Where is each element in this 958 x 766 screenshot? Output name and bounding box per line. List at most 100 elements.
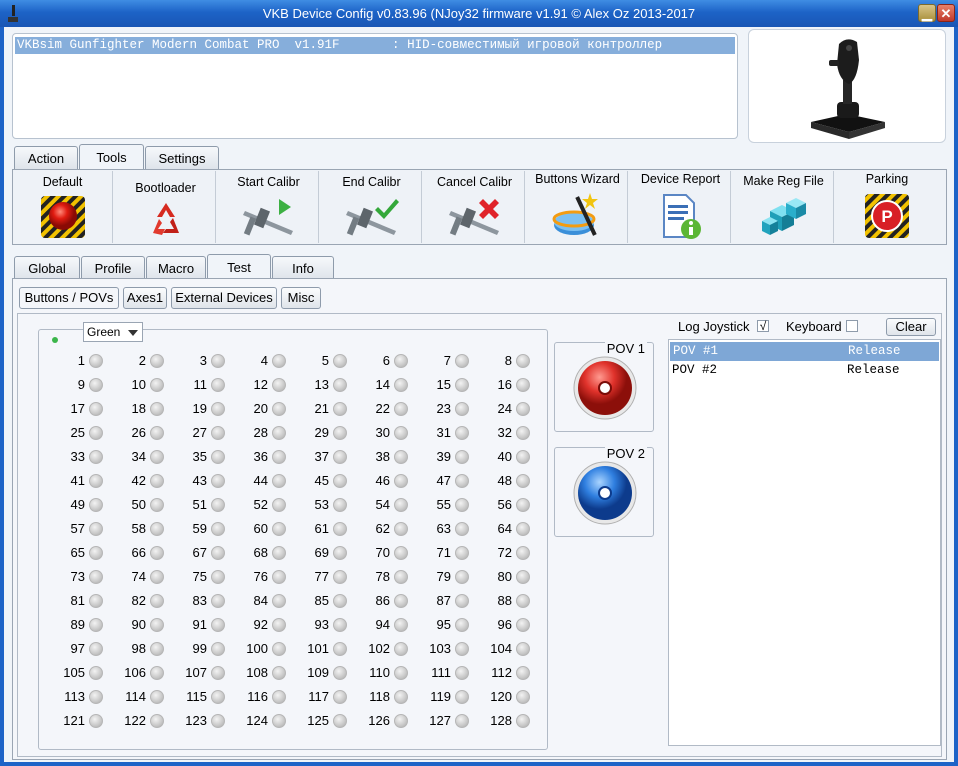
button-indicator-91: 91	[169, 616, 229, 636]
button-indicator-22: 22	[352, 400, 412, 420]
tab-global[interactable]: Global	[14, 256, 80, 280]
button-number: 13	[314, 377, 329, 392]
tab-action[interactable]: Action	[14, 146, 78, 170]
button-led-icon	[516, 714, 530, 728]
button-number: 68	[253, 545, 268, 560]
button-indicator-21: 21	[291, 400, 351, 420]
tab-settings[interactable]: Settings	[145, 146, 219, 170]
button-indicator-88: 88	[474, 592, 534, 612]
button-indicator-72: 72	[474, 544, 534, 564]
event-log-list[interactable]: POV #1 Release POV #2 Release	[668, 339, 941, 746]
device-list[interactable]: VKBsim Gunfighter Modern Combat PRO v1.9…	[12, 33, 738, 139]
button-indicator-19: 19	[169, 400, 229, 420]
end-calibr-button[interactable]: End Calibr	[322, 171, 422, 243]
button-indicator-6: 6	[352, 352, 412, 372]
buttons-wizard-button[interactable]: Buttons Wizard	[528, 171, 628, 243]
button-number: 7	[443, 353, 451, 368]
button-indicator-2: 2	[108, 352, 168, 372]
button-indicator-124: 124	[230, 712, 290, 732]
subtab-axes1[interactable]: Axes1	[123, 287, 167, 309]
button-number: 39	[436, 449, 451, 464]
minimize-button[interactable]: ▁	[918, 4, 936, 22]
button-indicator-75: 75	[169, 568, 229, 588]
button-led-icon	[333, 666, 347, 680]
start-calibr-button[interactable]: Start Calibr	[219, 171, 319, 243]
pov-1-indicator-icon	[573, 356, 637, 420]
button-number: 111	[431, 665, 451, 680]
button-led-icon	[150, 714, 164, 728]
button-led-icon	[394, 666, 408, 680]
buttons-grid: Green 1 2 3 4 5 6 7 8 9 10 11 12 13 14 15 16 17 18 19 20 21 2…	[38, 322, 548, 750]
bootloader-button[interactable]: Bootloader	[116, 171, 216, 243]
device-report-label: Device Report	[640, 172, 721, 186]
button-indicator-68: 68	[230, 544, 290, 564]
button-number: 8	[504, 353, 512, 368]
log-joystick-checkbox[interactable]: √	[757, 320, 769, 332]
tools-toolbar: Default Bootloader Start Calibr End Cali…	[12, 169, 947, 245]
button-number: 90	[131, 617, 146, 632]
button-indicator-58: 58	[108, 520, 168, 540]
button-indicator-62: 62	[352, 520, 412, 540]
button-number: 73	[70, 569, 85, 584]
button-number: 18	[131, 401, 146, 416]
tab-test[interactable]: Test	[207, 254, 271, 280]
button-number: 98	[131, 641, 146, 656]
button-number: 30	[375, 425, 390, 440]
default-button[interactable]: Default	[13, 171, 113, 243]
button-led-icon	[272, 474, 286, 488]
button-number: 119	[430, 689, 451, 704]
subtab-buttons-povs[interactable]: Buttons / POVs	[19, 287, 119, 309]
button-indicator-107: 107	[169, 664, 229, 684]
button-led-icon	[516, 426, 530, 440]
button-indicator-17: 17	[47, 400, 107, 420]
pov-1-label: POV 1	[604, 341, 647, 356]
button-number: 70	[375, 545, 390, 560]
cancel-calibr-button[interactable]: Cancel Calibr	[425, 171, 525, 243]
button-led-icon	[150, 594, 164, 608]
button-indicator-48: 48	[474, 472, 534, 492]
button-led-icon	[333, 378, 347, 392]
device-list-item[interactable]: VKBsim Gunfighter Modern Combat PRO v1.9…	[15, 37, 735, 54]
button-indicator-51: 51	[169, 496, 229, 516]
button-number: 80	[497, 569, 512, 584]
button-number: 59	[192, 521, 207, 536]
log-row[interactable]: POV #1 Release	[670, 342, 939, 361]
tab-info[interactable]: Info	[272, 256, 334, 280]
button-led-icon	[516, 354, 530, 368]
button-indicator-25: 25	[47, 424, 107, 444]
close-button[interactable]: ✕	[937, 4, 955, 22]
button-led-icon	[394, 474, 408, 488]
log-row[interactable]: POV #2 Release	[669, 361, 940, 380]
button-number: 43	[192, 473, 207, 488]
button-led-icon	[455, 522, 469, 536]
led-color-select[interactable]: Green	[83, 322, 143, 342]
button-number: 33	[70, 449, 85, 464]
button-led-icon	[394, 690, 408, 704]
button-indicator-114: 114	[108, 688, 168, 708]
button-number: 40	[497, 449, 512, 464]
button-led-icon	[333, 546, 347, 560]
tab-profile[interactable]: Profile	[81, 256, 145, 280]
button-led-icon	[211, 450, 225, 464]
button-indicator-126: 126	[352, 712, 412, 732]
tab-tools[interactable]: Tools	[79, 144, 144, 170]
make-reg-file-button[interactable]: Make Reg File	[734, 171, 834, 243]
button-led-icon	[394, 618, 408, 632]
clear-button[interactable]: Clear	[886, 318, 936, 336]
button-number: 55	[436, 497, 451, 512]
button-number: 28	[253, 425, 268, 440]
button-indicator-110: 110	[352, 664, 412, 684]
tab-macro[interactable]: Macro	[146, 256, 206, 280]
device-report-button[interactable]: Device Report	[631, 171, 731, 243]
button-number: 125	[307, 713, 329, 728]
button-led-icon	[455, 378, 469, 392]
button-led-icon	[394, 402, 408, 416]
button-led-icon	[272, 666, 286, 680]
button-led-icon	[272, 450, 286, 464]
parking-button[interactable]: Parking P	[837, 171, 937, 243]
subtab-external-devices[interactable]: External Devices	[171, 287, 277, 309]
keyboard-checkbox[interactable]	[846, 320, 858, 332]
button-number: 77	[314, 569, 329, 584]
subtab-misc[interactable]: Misc	[281, 287, 321, 309]
button-led-icon	[272, 426, 286, 440]
